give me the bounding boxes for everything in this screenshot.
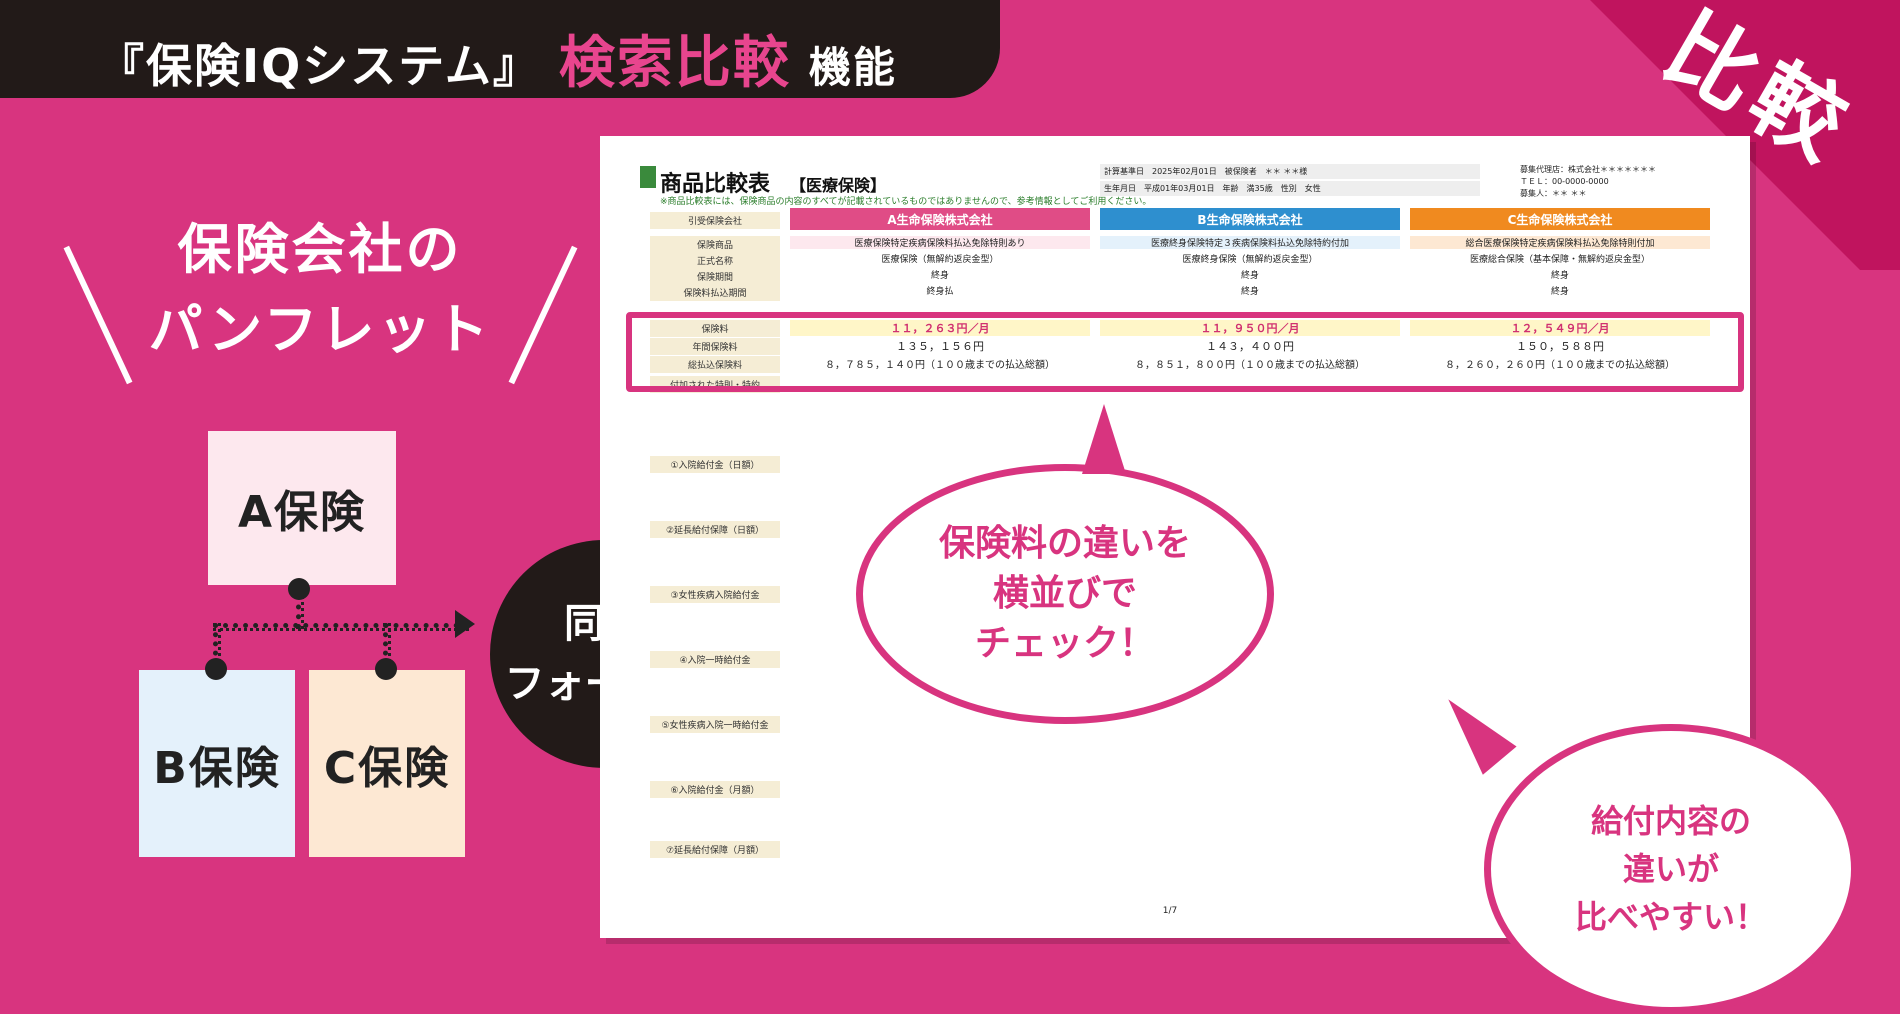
product-b: 医療終身保険特定３疾病保険料払込免除特約付加 — [1100, 236, 1400, 249]
premium-highlight-frame — [626, 312, 1744, 392]
side-heading-line2: パンフレット — [148, 298, 492, 361]
pay-period-a: 終身払 — [926, 287, 954, 297]
document-logo-icon — [640, 166, 656, 188]
benefit-label-3: ③女性疾病入院給付金 — [650, 586, 780, 603]
benefit-label-1: ①入院給付金（日額） — [650, 456, 780, 473]
formal-name-a: 医療保険（無解約返戻金型） — [881, 255, 999, 265]
benefit-label-7: ⑦延長給付保障（月額） — [650, 841, 780, 858]
meta-sex-label: 性別 — [1280, 184, 1297, 193]
bubble1-line2: 横並びで — [992, 573, 1137, 614]
period-b: 終身 — [1240, 271, 1259, 281]
connector-dot-c — [375, 658, 397, 680]
premium-callout-bubble: 保険料の違いを 横並びで チェック！ — [856, 464, 1274, 724]
meta-age-value: 満35歳 — [1246, 184, 1273, 193]
benefit-label-4: ④入院一時給付金 — [650, 651, 780, 668]
insurance-b-box: B保険 — [139, 670, 295, 857]
company-b-header: B生命保険株式会社 — [1100, 208, 1400, 230]
title-bracket-text: 『保険IQシステム』 — [98, 39, 541, 93]
bubble2-line3: 比べやすい！ — [1574, 898, 1767, 936]
document-subtitle: 【医療保険】 — [790, 176, 887, 195]
side-heading-line1: 保険会社の — [177, 218, 463, 281]
connector-dot-b — [205, 658, 227, 680]
insurance-c-box: C保険 — [309, 670, 465, 857]
bubble2-line2: 違いが — [1622, 850, 1719, 888]
period-c: 終身 — [1550, 271, 1569, 281]
formal-name-c: 医療総合保険（基本保障・無解約返戻金型） — [1469, 255, 1650, 265]
product-c: 総合医療保険特定疾病保険料払込免除特則付加 — [1410, 236, 1710, 249]
insurance-a-box: A保険 — [208, 431, 396, 585]
document-agent: 募集代理店：株式会社＊＊＊＊＊＊＊ ＴＥＬ：00-0000-0000 募集人：＊… — [1520, 164, 1656, 200]
pay-period-c: 終身 — [1550, 287, 1569, 297]
row-label-pay-period: 保険料払込期間 — [650, 284, 780, 301]
bubble2-line1: 給付内容の — [1590, 802, 1751, 840]
benefit-label-2: ②延長給付保障（日額） — [650, 521, 780, 538]
document-note: ※商品比較表には、保険商品の内容のすべてが記載されているものではありませんので、… — [660, 197, 1152, 207]
document-meta: 計算基準日 2025年02月01日 被保険者 ＊＊ ＊＊様 生年月日 平成01年03月0… — [1100, 164, 1480, 198]
pay-period-b: 終身 — [1240, 287, 1259, 297]
meta-date-value: 2025年02月01日 — [1152, 167, 1217, 176]
meta-date-label: 計算基準日 — [1104, 167, 1144, 176]
title-bar: 『保険IQシステム』 検索比較 機能 — [0, 0, 1000, 98]
bubble1-tail-icon — [1082, 404, 1126, 474]
meta-sex-value: 女性 — [1304, 184, 1321, 193]
benefit-label-6: ⑥入院給付金（月額） — [650, 781, 780, 798]
title-small-text: 機能 — [808, 43, 897, 92]
row-label-product: 保険商品 — [650, 236, 780, 253]
meta-birth-value: 平成01年03月01日 — [1144, 184, 1215, 193]
connector-dot-a — [288, 578, 310, 600]
agent-line3: 募集人：＊＊ ＊＊ — [1520, 189, 1587, 198]
page-number: 1/7 — [1162, 906, 1178, 916]
product-a: 医療保険特定疾病保険料払込免除特則あり — [790, 236, 1090, 249]
bubble1-line3: チェック！ — [974, 623, 1155, 664]
benefit-label-5: ⑤女性疾病入院一時給付金 — [650, 716, 780, 733]
benefit-callout-bubble: 給付内容の 違いが 比べやすい！ — [1484, 724, 1858, 1014]
formal-name-b: 医療終身保険（無解約返戻金型） — [1182, 255, 1318, 265]
company-c-header: C生命保険株式会社 — [1410, 208, 1710, 230]
company-a-header: A生命保険株式会社 — [790, 208, 1090, 230]
period-a: 終身 — [930, 271, 949, 281]
arrow-head-icon — [455, 610, 475, 638]
row-label-period: 保険期間 — [650, 268, 780, 285]
meta-birth-label: 生年月日 — [1104, 184, 1136, 193]
meta-age-label: 年齢 — [1222, 184, 1239, 193]
bubble1-line1: 保険料の違いを — [938, 523, 1191, 564]
agent-line2: ＴＥＬ：00-0000-0000 — [1520, 177, 1609, 186]
meta-insured-label: 被保険者 — [1224, 167, 1257, 176]
insurer-label: 引受保険会社 — [650, 212, 780, 229]
title-accent-text: 検索比較 — [558, 31, 791, 96]
page-title: 『保険IQシステム』 検索比較 機能 — [98, 18, 897, 99]
meta-insured-value: ＊＊ ＊＊様 — [1264, 167, 1308, 176]
connector-horizontal — [213, 623, 469, 631]
agent-line1: 募集代理店：株式会社＊＊＊＊＊＊＊ — [1520, 165, 1656, 174]
side-heading: 保険会社の パンフレット — [60, 210, 580, 370]
row-label-formal-name: 正式名称 — [650, 252, 780, 269]
